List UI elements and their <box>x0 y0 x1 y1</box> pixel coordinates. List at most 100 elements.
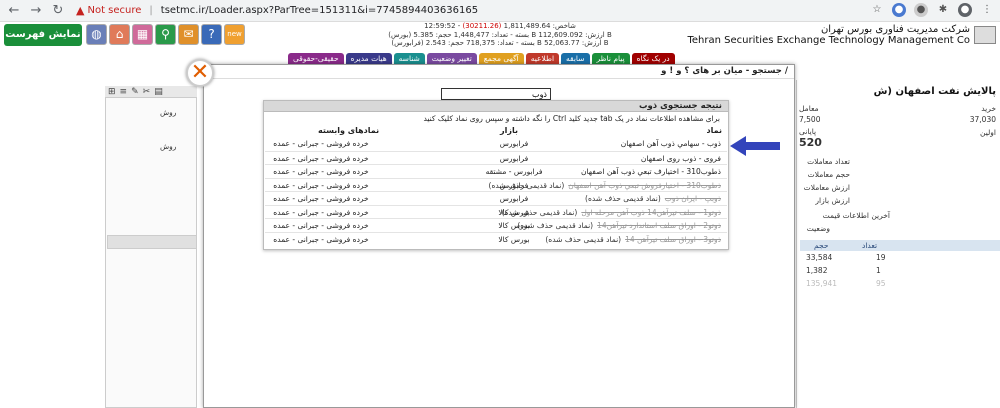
tools-icon[interactable]: ✂ <box>143 86 151 97</box>
deleted-note: (نماد قدیمی حذف شده) <box>545 234 622 244</box>
result-market: بورس کالا <box>498 234 530 244</box>
order-count: 95 <box>876 279 886 288</box>
deleted-symbol-text: ذوتو2 - اوراق سلف استاندارد تيرآهن14 <box>597 221 721 230</box>
address-separator: | <box>149 5 153 16</box>
result-related-links[interactable]: خرده فروشی - جبرانی - عمده <box>271 207 371 218</box>
result-row[interactable]: ذوتو3 - اوراق سلف تيرآهن 14(نماد قدیمی ح… <box>265 231 727 245</box>
pointer-arrow-icon <box>730 136 780 156</box>
profile-icon[interactable]: ● <box>958 3 972 17</box>
left-box <box>107 235 197 249</box>
grid-icon[interactable]: ▦ <box>132 24 153 45</box>
order-count: 1 <box>876 266 881 275</box>
buy-label: خرید <box>981 104 996 113</box>
buy-value: 37,030 <box>969 115 996 124</box>
result-related-links[interactable]: خرده فروشی - جبرانی - عمده <box>271 153 371 164</box>
trade-count-label: تعداد معاملات <box>807 157 850 166</box>
list-icon[interactable]: ≡ <box>120 86 128 97</box>
trade-volume-label: حجم معاملات <box>807 170 850 179</box>
result-symbol-link[interactable]: ذوبپ - ايران ذوب(نماد قدیمی حذف شده) <box>585 193 721 204</box>
result-related-links[interactable]: خرده فروشی - جبرانی - عمده <box>271 220 371 231</box>
last-price-info-label: آخرین اطلاعات قیمت <box>822 211 890 220</box>
result-related-links[interactable]: خرده فروشی - جبرانی - عمده <box>271 166 371 177</box>
extension-icon-blue[interactable]: ● <box>892 3 906 17</box>
chat-icon[interactable]: ✉ <box>178 24 199 45</box>
grid-view-icon[interactable]: ▤ <box>154 86 163 97</box>
result-symbol-link[interactable]: ذوتو3 - اوراق سلف تيرآهن 14(نماد قدیمی ح… <box>545 234 721 245</box>
search-input[interactable] <box>441 88 551 100</box>
show-list-button[interactable]: نمایش فهرست <box>4 24 82 46</box>
back-arrow-icon[interactable]: ← <box>6 3 22 19</box>
market-ticker: 12:59:52 - شاخص: 1,811,489.64 (30211.26)… <box>360 22 640 48</box>
extension-icon-gray[interactable]: ● <box>914 3 928 17</box>
th-volume: حجم <box>814 241 829 250</box>
search-icon[interactable]: ⚲ <box>155 24 176 45</box>
deleted-symbol-text: ذطوب310 - اختيارفروش تبعي ذوب آهن اصفهان <box>568 180 721 190</box>
ticker-line-1: 12:59:52 - شاخص: 1,811,489.64 (30211.26) <box>424 22 576 30</box>
first-label: اولین <box>980 128 996 137</box>
modal-title: جستجو - میان بر های ؟ و ! و / <box>661 66 788 76</box>
bookmark-star-icon[interactable]: ☆ <box>870 3 884 17</box>
status-label: وضعیت <box>806 224 830 233</box>
deleted-symbol-text: ذوتو3 - اوراق سلف تيرآهن 14 <box>625 234 721 244</box>
new-badge-icon[interactable]: new <box>224 24 245 45</box>
result-row[interactable]: ذطوب310 - اختيارف تبعي ذوب آهن اصفهان فرا… <box>265 164 727 177</box>
add-icon[interactable]: ⊞ <box>108 86 116 97</box>
result-row[interactable]: ذوبپ - ايران ذوب(نماد قدیمی حذف شده) فراب… <box>265 191 727 204</box>
result-row[interactable]: ذوتو1 - سلف تيرآهن14 ذوب آهن مرحله اول(ن… <box>265 204 727 218</box>
final-value: 520 <box>799 136 822 149</box>
result-market: بورس کالا <box>498 221 530 230</box>
result-symbol-link[interactable]: ذطوب310 - اختيارف تبعي ذوب آهن اصفهان <box>581 166 721 177</box>
result-symbol-link[interactable]: فروی - ذوب روی اصفهان <box>641 153 721 164</box>
result-market: فرابورس <box>499 180 529 190</box>
results-hint: برای مشاهده اطلاعات نماد در یک tab جدید … <box>423 114 720 123</box>
ticker-line-2: (بورس) بسته - تعداد: 1,448,477 حجم: 5.38… <box>388 30 612 39</box>
result-market: فرابورس <box>499 194 529 203</box>
menu-kebab-icon[interactable]: ⋮ <box>980 3 994 17</box>
results-title: نتیجه جستجوی ذوب <box>638 101 722 111</box>
trade-value: 7,500 <box>799 115 821 124</box>
home-icon[interactable]: ⌂ <box>109 24 130 45</box>
globe-icon[interactable]: ◍ <box>86 24 107 45</box>
result-row[interactable]: ذطوب310 - اختيارفروش تبعي ذوب آهن اصفهان… <box>265 177 727 191</box>
result-related-links[interactable]: خرده فروشی - جبرانی - عمده <box>271 234 371 245</box>
edit-icon[interactable]: ✎ <box>131 86 139 97</box>
order-volume: 135,941 <box>806 279 838 288</box>
result-row[interactable]: ذوتو2 - اوراق سلف استاندارد تيرآهن14(نما… <box>265 218 727 231</box>
market-value-label: ارزش بازار <box>815 196 850 205</box>
deleted-note: (نماد قدیمی حذف شده) <box>585 194 661 203</box>
not-secure-label: Not secure <box>87 5 142 16</box>
orders-table-header: تعداد حجم <box>800 240 1000 251</box>
puzzle-icon[interactable]: ✱ <box>936 3 950 17</box>
site-header: نمایش فهرست ◍ ⌂ ▦ ⚲ ✉ ? new 12:59:52 - ش… <box>0 22 1000 48</box>
company-name: شرکت مدیریت فناوری بورس تهران Tehran Sec… <box>687 24 970 46</box>
result-market: فرابورس <box>499 153 529 163</box>
th-count: تعداد <box>862 241 878 250</box>
col-related: نمادهای وابسته <box>318 126 380 135</box>
extension-icons: ☆ ● ● ✱ ● ⋮ <box>870 3 994 17</box>
result-related-links[interactable]: خرده فروشی - جبرانی - عمده <box>271 138 371 149</box>
trade-value-label: ارزش معاملات <box>803 183 850 192</box>
modal-title-bar: جستجو - میان بر های ؟ و ! و / <box>204 65 794 79</box>
help-icon[interactable]: ? <box>201 24 222 45</box>
order-volume: 1,382 <box>806 266 828 275</box>
result-row[interactable]: ذوب - سهامي ذوب آهن اصفهان فرابورس خرده فر… <box>265 137 727 150</box>
result-row[interactable]: فروی - ذوب روی اصفهان فرابورس خرده فروشی -… <box>265 150 727 164</box>
results-header: نتیجه جستجوی ذوب <box>264 101 728 112</box>
reload-icon[interactable]: ↻ <box>50 3 66 19</box>
ticker-line-3: (فرابورس) بسته - تعداد: 718,375 حجم: 2.5… <box>391 39 609 47</box>
col-symbol: نماد <box>706 126 722 135</box>
address-bar[interactable]: ▲ Not secure | tsetmc.ir/Loader.aspx?Par… <box>76 4 478 17</box>
result-symbol-link[interactable]: ذوب - سهامي ذوب آهن اصفهان <box>621 138 721 149</box>
forward-arrow-icon[interactable]: → <box>28 3 44 19</box>
browser-toolbar: ← → ↻ ▲ Not secure | tsetmc.ir/Loader.as… <box>0 0 1000 22</box>
result-related-links[interactable]: خرده فروشی - جبرانی - عمده <box>271 180 371 191</box>
result-related-links[interactable]: خرده فروشی - جبرانی - عمده <box>271 193 371 204</box>
col-market: بازار <box>500 126 518 135</box>
company-logo <box>974 26 996 44</box>
search-results-panel: نتیجه جستجوی ذوب برای مشاهده اطلاعات نما… <box>263 100 729 250</box>
order-volume: 33,584 <box>806 253 833 262</box>
url-text[interactable]: tsetmc.ir/Loader.aspx?ParTree=151311&i=7… <box>161 5 478 16</box>
close-icon[interactable]: ✕ <box>186 59 214 87</box>
deleted-symbol-text: ذوتو1 - سلف تيرآهن14 ذوب آهن مرحله اول <box>581 207 721 217</box>
result-market: فرابورس - مشتقه <box>485 167 543 176</box>
